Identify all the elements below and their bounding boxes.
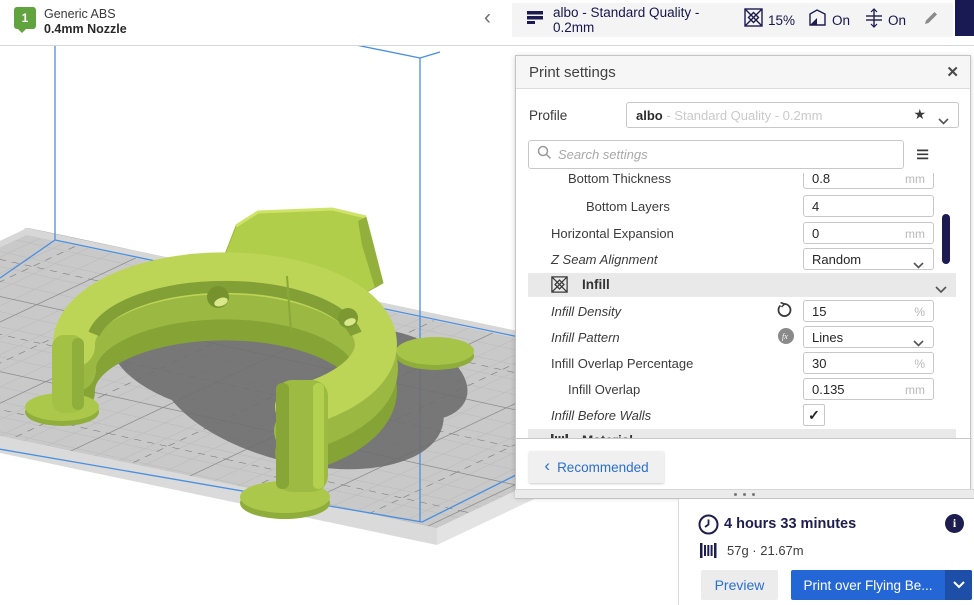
setting-row: Z Seam Alignment Random [516, 248, 972, 272]
setting-label: Z Seam Alignment [551, 252, 657, 267]
panel-title: Print settings [529, 64, 616, 81]
print-estimate-panel: 4 hours 33 minutes i 57g · 21.67m Previe… [678, 497, 974, 605]
setting-value-field[interactable]: 0.135 mm [803, 378, 934, 400]
material-section-icon [551, 432, 569, 439]
setting-label: Infill Density [551, 304, 621, 319]
chevron-down-icon [913, 256, 924, 274]
setting-row: Infill Before Walls ✓ [516, 404, 972, 428]
setting-label: Bottom Layers [586, 199, 670, 214]
chevron-left-icon: ‹ [544, 456, 550, 476]
infill-icon [744, 8, 763, 32]
toolbar-corner-block [955, 0, 974, 36]
panel-header: Print settings ✕ [516, 56, 970, 89]
chevron-down-icon [938, 112, 949, 130]
svg-text:fx: fx [782, 332, 788, 341]
section-material[interactable]: Material [528, 429, 956, 439]
chevron-down-icon [913, 334, 924, 352]
profile-suffix: - Standard Quality - 0.2mm [663, 108, 823, 123]
setting-select[interactable]: Random [803, 248, 934, 270]
chevron-down-icon [935, 281, 947, 299]
setting-value-field[interactable]: 0.8 mm [803, 173, 934, 189]
scrollbar-thumb[interactable] [942, 214, 950, 264]
print-button[interactable]: Print over Flying Be... [791, 570, 972, 600]
setting-checkbox[interactable]: ✓ [803, 404, 825, 426]
chevron-down-icon [935, 437, 947, 439]
nozzle-size: 0.4mm Nozzle [44, 22, 127, 36]
setting-row: Infill Density 15 % [516, 300, 972, 324]
print-options-chevron[interactable] [945, 570, 972, 600]
setting-value-field[interactable]: 4 [803, 195, 934, 217]
setting-row: Bottom Layers 4 [516, 195, 972, 219]
profile-name: albo [636, 108, 663, 123]
search-icon [537, 145, 552, 165]
setting-label: Infill Pattern [551, 330, 620, 345]
setting-row: Infill Pattern fx Lines [516, 326, 972, 350]
filament-icon [700, 542, 719, 564]
setting-label: Horizontal Expansion [551, 226, 674, 241]
top-bar: 1 Generic ABS 0.4mm Nozzle ‹ albo - Stan… [0, 0, 974, 46]
search-placeholder: Search settings [558, 147, 648, 162]
search-input[interactable]: Search settings [528, 140, 904, 169]
summary-profile-text: albo - Standard Quality - 0.2mm [553, 5, 744, 35]
setting-row: Infill Overlap Percentage 30 % [516, 352, 972, 376]
hamburger-menu-icon[interactable]: ≡ [916, 140, 929, 169]
recommended-mode-button[interactable]: ‹ Recommended [529, 451, 664, 483]
info-icon[interactable]: i [945, 514, 964, 533]
collapse-panel-icon[interactable]: ‹ [478, 6, 497, 30]
panel-resize-handle[interactable] [515, 489, 974, 499]
setting-row: Horizontal Expansion 0 mm [516, 222, 972, 246]
material-usage-estimate: 57g · 21.67m [727, 543, 804, 558]
edit-pencil-icon[interactable] [923, 10, 939, 31]
material-name: Generic ABS [44, 7, 116, 21]
print-settings-summary-bar[interactable]: albo - Standard Quality - 0.2mm 15% On O… [512, 3, 953, 37]
clock-icon [698, 514, 719, 540]
summary-infill-value: 15% [768, 13, 795, 28]
infill-section-icon [551, 276, 568, 298]
star-icon[interactable]: ★ [913, 106, 926, 123]
section-row[interactable]: Material [516, 429, 972, 439]
layers-icon [527, 11, 544, 30]
setting-value-field[interactable]: 0 mm [803, 222, 934, 244]
section-infill[interactable]: Infill [528, 273, 956, 297]
summary-support-value: On [832, 13, 850, 28]
setting-row: Infill Overlap 0.135 mm [516, 378, 972, 402]
support-icon [808, 8, 827, 32]
profile-select[interactable]: albo - Standard Quality - 0.2mm ★ [626, 102, 959, 128]
extruder-badge[interactable]: 1 [14, 7, 36, 29]
setting-label: Infill Overlap [568, 382, 640, 397]
setting-value-field[interactable]: 15 % [803, 300, 934, 322]
preview-button[interactable]: Preview [701, 570, 778, 600]
print-settings-panel: Print settings ✕ Profile albo - Standard… [515, 55, 971, 497]
settings-list: Bottom Thickness 0.8 mm Bottom Layers 4 … [516, 173, 972, 439]
setting-label: Infill Overlap Percentage [551, 356, 693, 371]
print-time-estimate: 4 hours 33 minutes [724, 516, 856, 532]
summary-adhesion-value: On [888, 13, 906, 28]
setting-label: Infill Before Walls [551, 408, 651, 423]
setting-value-field[interactable]: 30 % [803, 352, 934, 374]
adhesion-icon [865, 8, 883, 33]
close-icon[interactable]: ✕ [946, 63, 959, 81]
setting-select[interactable]: Lines [803, 326, 934, 348]
setting-row: Bottom Thickness 0.8 mm [516, 173, 972, 191]
reset-value-icon[interactable] [776, 302, 793, 324]
profile-label: Profile [529, 108, 567, 123]
setting-label: Bottom Thickness [568, 173, 671, 186]
function-fx-icon[interactable]: fx [778, 328, 794, 349]
section-row[interactable]: Infill [516, 273, 972, 297]
